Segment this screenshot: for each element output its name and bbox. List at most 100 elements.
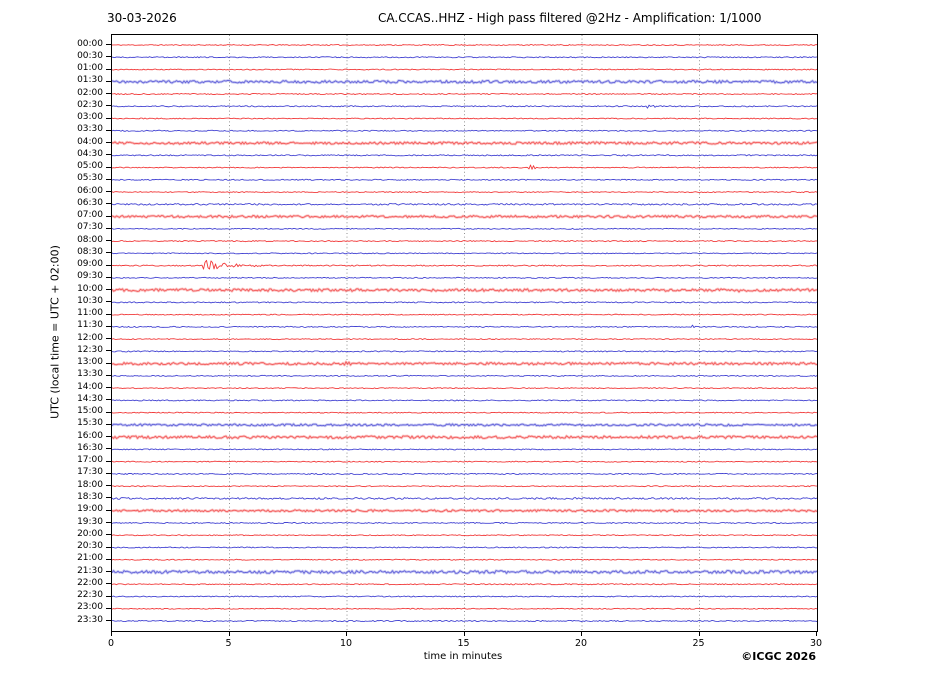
y-tick-label: 08:30 [77,246,103,257]
y-tick-label: 14:30 [77,393,103,404]
y-tick-mark [106,472,111,474]
trace-row-2300 [112,607,817,610]
x-tick-mark [581,632,582,636]
trace-row-2030 [112,546,817,549]
y-tick-mark [106,338,111,340]
y-tick-label: 02:30 [77,99,103,110]
y-tick-mark [106,607,111,609]
trace-row-0030 [112,56,817,59]
trace-row-0000 [112,44,817,46]
y-tick-mark [106,534,111,536]
y-tick-label: 04:00 [77,136,103,147]
y-tick-mark [106,142,111,143]
plot-area [111,34,818,632]
y-tick-mark [106,301,111,303]
trace-row-0730 [112,227,817,230]
trace-row-0830 [112,252,817,255]
y-tick-mark [106,129,111,131]
y-tick-label: 21:00 [77,553,103,564]
y-tick-mark [106,56,111,58]
y-tick-mark [106,252,111,254]
x-tick-mark [111,632,112,636]
trace-row-2000 [112,534,817,537]
y-tick-mark [106,460,111,462]
y-tick-label: 01:30 [77,75,103,86]
y-tick-label: 23:30 [77,614,103,625]
x-tick-mark [698,632,700,636]
y-tick-label: 09:00 [77,259,103,270]
y-tick-mark [106,227,111,229]
y-tick-mark [106,595,111,597]
trace-row-1200 [112,338,817,341]
y-tick-label: 13:30 [77,369,103,380]
y-tick-label: 16:30 [77,442,103,453]
y-tick-label: 18:00 [77,479,103,490]
y-tick-mark [106,411,111,413]
y-tick-label: 05:00 [77,161,103,172]
y-tick-mark [106,264,111,266]
trace-row-2100 [112,558,817,561]
y-tick-mark [106,105,111,107]
y-tick-mark [106,485,111,487]
y-tick-label: 20:00 [77,528,103,539]
y-tick-label: 05:30 [77,173,103,184]
x-tick-mark [228,632,230,636]
y-tick-label: 06:00 [77,185,103,196]
y-tick-label: 07:30 [77,222,103,233]
x-tick-mark [816,632,817,636]
trace-row-1700 [112,460,817,463]
trace-row-1330 [112,374,817,377]
y-tick-mark [106,374,111,376]
trace-row-0900 [112,259,817,270]
y-tick-mark [106,178,111,180]
seismogram-traces [112,35,817,631]
trace-row-1830 [112,497,817,500]
y-tick-label: 15:30 [77,418,103,429]
x-tick-label: 5 [225,638,232,649]
trace-row-1100 [112,313,817,316]
y-tick-label: 11:30 [77,320,103,331]
y-tick-label: 03:30 [77,124,103,135]
y-tick-label: 14:00 [77,381,103,392]
x-tick-label: 0 [107,638,115,649]
y-tick-label: 19:30 [77,516,103,527]
y-tick-label: 18:30 [77,491,103,502]
x-tick-label: 10 [339,638,353,649]
trace-row-2330 [112,619,817,623]
trace-row-0300 [112,117,817,120]
x-tick-label: 30 [809,638,823,649]
plot-title: CA.CCAS..HHZ - High pass filtered @2Hz -… [378,11,762,25]
y-tick-label: 19:00 [77,504,103,515]
trace-row-1430 [112,399,817,402]
x-tick-label: 25 [692,638,705,649]
x-tick-label: 20 [574,638,588,649]
x-tick-mark [463,632,465,636]
y-tick-label: 01:00 [77,63,103,73]
y-tick-mark [106,68,111,70]
trace-row-2200 [112,583,817,586]
y-tick-mark [106,509,111,511]
trace-row-2230 [112,595,817,598]
y-tick-mark [106,289,111,291]
y-tick-label: 20:30 [77,541,103,551]
y-tick-mark [106,497,111,499]
x-axis-title: time in minutes [423,651,503,662]
y-tick-mark [106,362,111,364]
y-tick-mark [106,620,111,621]
helicorder-screenshot: 30-03-2026 CA.CCAS..HHZ - High pass filt… [0,0,927,696]
y-tick-label: 09:30 [77,271,103,282]
y-tick-label: 22:30 [77,590,103,600]
y-tick-label: 17:00 [77,455,103,466]
y-tick-label: 06:30 [77,197,103,208]
y-tick-mark [106,325,111,327]
y-tick-label: 23:00 [77,602,103,613]
y-tick-mark [106,276,111,278]
y-tick-label: 22:00 [77,577,103,588]
trace-row-0200 [112,93,817,96]
trace-row-1030 [112,301,817,304]
y-tick-mark [106,44,111,45]
y-tick-label: 11:00 [77,308,103,319]
trace-row-0330 [112,129,817,132]
y-tick-mark [106,203,111,205]
y-tick-mark [106,80,111,82]
